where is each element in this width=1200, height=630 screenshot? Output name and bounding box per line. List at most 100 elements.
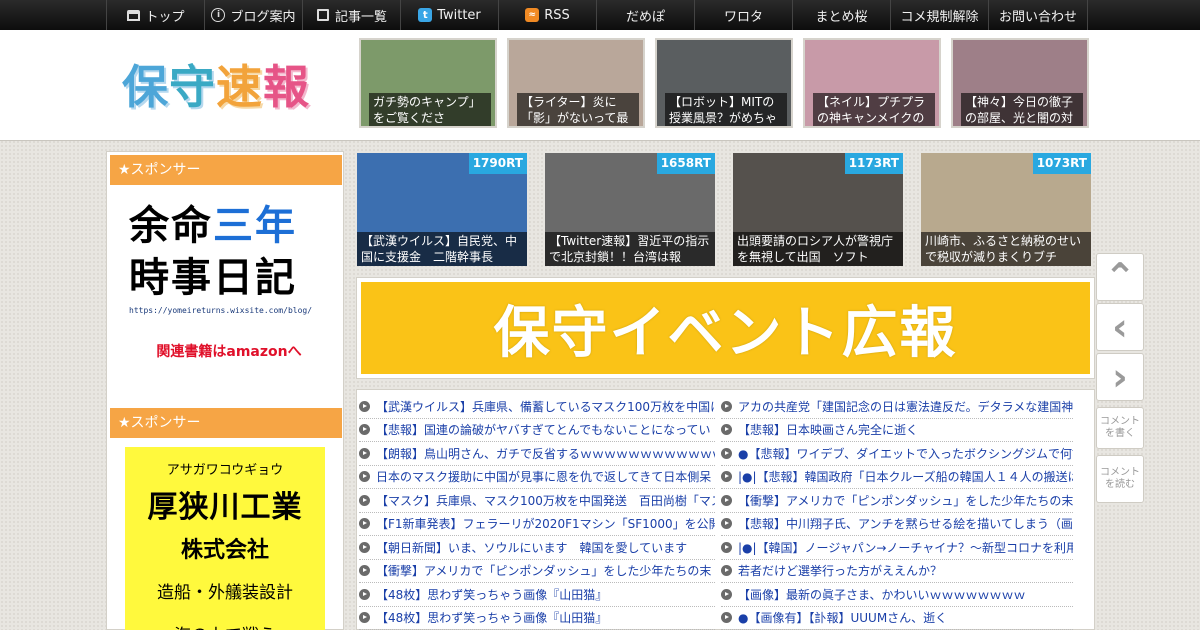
article-list-item[interactable]: 若者だけど選挙行った方がええんか？	[721, 560, 1073, 583]
sponsor-ad-asagawa[interactable]: アサガワコウギョウ 厚狭川工業 株式会社 造船・外艤装設計 海の上で戦う	[125, 447, 325, 630]
article-list-item[interactable]: |●|【悲報】韓国政府「日本クルーズ船の韓国人１４人の搬送は	[721, 466, 1073, 489]
nav-item-blog-guide[interactable]: i ブログ案内	[204, 0, 302, 30]
featured-article[interactable]: 1790RT 【武漢ウイルス】自民党、中国に支援金 二階幹事長	[357, 153, 527, 266]
nav-item-rss[interactable]: ≈ RSS	[498, 0, 596, 30]
article-link[interactable]: ●【画像有】【訃報】UUUMさん、逝く	[738, 609, 947, 626]
site-header: 保守速報 ガチ勢のキャンプ」をご覧くださ 【ライター】炎に「影」がないって最 【…	[0, 30, 1200, 141]
nav-label: だめぽ	[625, 9, 665, 25]
article-link[interactable]: 【衝撃】アメリカで「ピンポンダッシュ」をした少年たちの末	[738, 492, 1073, 509]
article-list-item[interactable]: 日本のマスク援助に中国が見事に恩を仇で返してきて日本側呆	[359, 466, 715, 489]
article-link[interactable]: 【48枚】思わず笑っちゃう画像『山田猫』	[376, 609, 607, 626]
article-link[interactable]: 【悲報】日本映画さん完全に逝く	[738, 421, 918, 438]
article-link[interactable]: |●|【韓国】ノージャパン→ノーチャイナ？～新型コロナを利用	[738, 539, 1073, 556]
article-link[interactable]: 【衝撃】アメリカで「ピンポンダッシュ」をした少年たちの末	[376, 562, 711, 579]
nav-list: トップ i ブログ案内 記事一覧 t Twitter ≈ RSS だめぽ ワロタ…	[106, 0, 1088, 30]
article-list-item[interactable]: 【マスク】兵庫県、マスク100万枚を中国発送 百田尚樹「マス	[359, 489, 715, 513]
article-list-item[interactable]: 【48枚】思わず笑っちゃう画像『山田猫』	[359, 583, 715, 607]
thumb-caption: 【ネイル】プチプラの神キャンメイクの	[813, 93, 935, 126]
play-bullet-icon	[359, 565, 370, 577]
article-link[interactable]: ●【悲報】ワイデブ、ダイエットで入ったボクシングジムで何故	[738, 445, 1073, 462]
nav-item-contact[interactable]: お問い合わせ	[988, 0, 1088, 30]
play-bullet-icon	[359, 588, 370, 600]
write-comment-label: コメントを書く	[1100, 416, 1140, 439]
article-list-item[interactable]: 【F1新車発表】フェラーリが2020F1マシン「SF1000」を公開、	[359, 513, 715, 536]
retweet-count-badge: 1658RT	[656, 153, 715, 174]
event-banner[interactable]: 保守イベント広報	[356, 277, 1095, 379]
article-list-item[interactable]: |●|【韓国】ノージャパン→ノーチャイナ？～新型コロナを利用	[721, 536, 1073, 560]
article-link[interactable]: |●|【悲報】韓国政府「日本クルーズ船の韓国人１４人の搬送は	[738, 468, 1073, 485]
article-link[interactable]: 【マスク】兵庫県、マスク100万枚を中国発送 百田尚樹「マス	[376, 492, 715, 509]
article-list-item[interactable]: ●【悲報】ワイデブ、ダイエットで入ったボクシングジムで何故	[721, 442, 1073, 466]
banner-image: 保守イベント広報	[361, 282, 1090, 374]
play-bullet-icon	[359, 447, 370, 459]
info-icon: i	[211, 8, 226, 22]
article-list-item[interactable]: 【悲報】国連の論破がヤバすぎてとんでもないことになってい	[359, 419, 715, 442]
play-bullet-icon	[721, 424, 732, 436]
featured-article[interactable]: 1658RT 【Twitter速報】習近平の指示で北京封鎖！！台湾は報	[545, 153, 715, 266]
nav-item-article-list[interactable]: 記事一覧	[302, 0, 400, 30]
play-bullet-icon	[721, 494, 732, 506]
nav-label: トップ	[145, 9, 185, 25]
article-list-item[interactable]: 【48枚】思わず笑っちゃう画像『山田猫』	[359, 607, 715, 630]
article-list-item[interactable]: 【衝撃】アメリカで「ピンポンダッシュ」をした少年たちの末	[359, 560, 715, 583]
nav-item-damepo[interactable]: だめぽ	[596, 0, 694, 30]
ad-company-name: 厚狭川工業	[147, 490, 303, 525]
nav-label: ブログ案内	[230, 9, 296, 25]
play-bullet-icon	[721, 612, 732, 624]
play-bullet-icon	[721, 400, 732, 412]
article-list-item[interactable]: アカの共産党「建国記念の日は憲法違反だ。デタラメな建国神	[721, 395, 1073, 419]
nav-item-twitter[interactable]: t Twitter	[400, 0, 498, 30]
play-bullet-icon	[359, 400, 370, 412]
article-list-item[interactable]: 【朗報】鳥山明さん、ガチで反省するｗｗｗｗｗｗｗｗｗｗｗｗ	[359, 442, 715, 466]
nav-item-comment-unblock[interactable]: コメ規制解除	[890, 0, 988, 30]
nav-item-top[interactable]: トップ	[106, 0, 204, 30]
chevron-right-icon: ›	[1112, 355, 1128, 399]
featured-article[interactable]: 1073RT 川崎市、ふるさと納税のせいで税収が減りまくりブチ	[921, 153, 1091, 266]
article-list-right: アカの共産党「建国記念の日は憲法違反だ。デタラメな建国神 【悲報】日本映画さん完全…	[721, 395, 1073, 630]
prev-article-button[interactable]: ‹	[1096, 303, 1144, 351]
twitter-icon: t	[418, 8, 433, 22]
write-comment-button[interactable]: コメントを書く	[1096, 407, 1144, 449]
thumb-caption: 【ロボット】MITの授業風景？がめちゃ	[665, 93, 787, 126]
header-article-thumb[interactable]: 【ネイル】プチプラの神キャンメイクの	[803, 38, 941, 128]
sponsor-ad-yomei[interactable]: 余命三年 時事日記 https://yomeireturns.wixsite.c…	[129, 200, 329, 361]
site-logo[interactable]: 保守速報	[122, 52, 322, 122]
article-link[interactable]: 【悲報】中川翔子氏、アンチを黙らせる絵を描いてしまう（画	[738, 515, 1073, 532]
article-link[interactable]: 【悲報】国連の論破がヤバすぎてとんでもないことになってい	[376, 421, 711, 438]
article-link[interactable]: 【F1新車発表】フェラーリが2020F1マシン「SF1000」を公開、	[376, 515, 715, 532]
article-link[interactable]: 【画像】最新の眞子さま、かわいいｗｗｗｗｗｗｗｗ	[738, 586, 1026, 603]
article-link[interactable]: 【朗報】鳥山明さん、ガチで反省するｗｗｗｗｗｗｗｗｗｗｗｗ	[376, 445, 715, 462]
article-link[interactable]: アカの共産党「建国記念の日は憲法違反だ。デタラメな建国神	[738, 398, 1073, 415]
article-link[interactable]: 日本のマスク援助に中国が見事に恩を仇で返してきて日本側呆	[376, 468, 711, 485]
article-list-item[interactable]: ●【画像有】【訃報】UUUMさん、逝く	[721, 607, 1073, 630]
header-article-thumb[interactable]: 【ライター】炎に「影」がないって最	[507, 38, 645, 128]
article-link[interactable]: 若者だけど選挙行った方がええんか？	[738, 562, 942, 579]
thumb-caption: ガチ勢のキャンプ」をご覧くださ	[369, 93, 491, 126]
amazon-link[interactable]: 関連書籍はamazonへ	[129, 341, 329, 361]
article-list-item[interactable]: 【悲報】日本映画さん完全に逝く	[721, 419, 1073, 442]
chevron-left-icon: ‹	[1112, 305, 1128, 349]
scroll-top-button[interactable]: ⌃	[1096, 253, 1144, 301]
nav-label: 記事一覧	[334, 9, 387, 25]
nav-item-matome-sakura[interactable]: まとめ桜	[792, 0, 890, 30]
article-list-item[interactable]: 【武漢ウイルス】兵庫県、備蓄しているマスク100万枚を中国に	[359, 395, 715, 419]
play-bullet-icon	[359, 424, 370, 436]
retweet-count-badge: 1173RT	[844, 153, 903, 174]
play-bullet-icon	[359, 494, 370, 506]
header-article-thumb[interactable]: 【ロボット】MITの授業風景？がめちゃ	[655, 38, 793, 128]
ad-service: 造船・外艤装設計	[157, 583, 293, 603]
next-article-button[interactable]: ›	[1096, 353, 1144, 401]
article-list-item[interactable]: 【画像】最新の眞子さま、かわいいｗｗｗｗｗｗｗｗ	[721, 583, 1073, 607]
article-list-item[interactable]: 【朝日新聞】いま、ソウルにいます 韓国を愛しています	[359, 536, 715, 560]
article-link[interactable]: 【48枚】思わず笑っちゃう画像『山田猫』	[376, 586, 607, 603]
header-article-thumb[interactable]: 【神々】今日の徹子の部屋、光と闇の対	[951, 38, 1089, 128]
logo-char: 保	[122, 60, 169, 114]
article-list-item[interactable]: 【悲報】中川翔子氏、アンチを黙らせる絵を描いてしまう（画	[721, 513, 1073, 536]
featured-article[interactable]: 1173RT 出頭要請のロシア人が警視庁を無視して出国 ソフト	[733, 153, 903, 266]
article-link[interactable]: 【朝日新聞】いま、ソウルにいます 韓国を愛しています	[376, 539, 687, 556]
article-link[interactable]: 【武漢ウイルス】兵庫県、備蓄しているマスク100万枚を中国に	[376, 398, 715, 415]
nav-item-warota[interactable]: ワロタ	[694, 0, 792, 30]
header-article-thumb[interactable]: ガチ勢のキャンプ」をご覧くださ	[359, 38, 497, 128]
read-comment-button[interactable]: コメントを読む	[1096, 455, 1144, 503]
article-list-item[interactable]: 【衝撃】アメリカで「ピンポンダッシュ」をした少年たちの末	[721, 489, 1073, 513]
